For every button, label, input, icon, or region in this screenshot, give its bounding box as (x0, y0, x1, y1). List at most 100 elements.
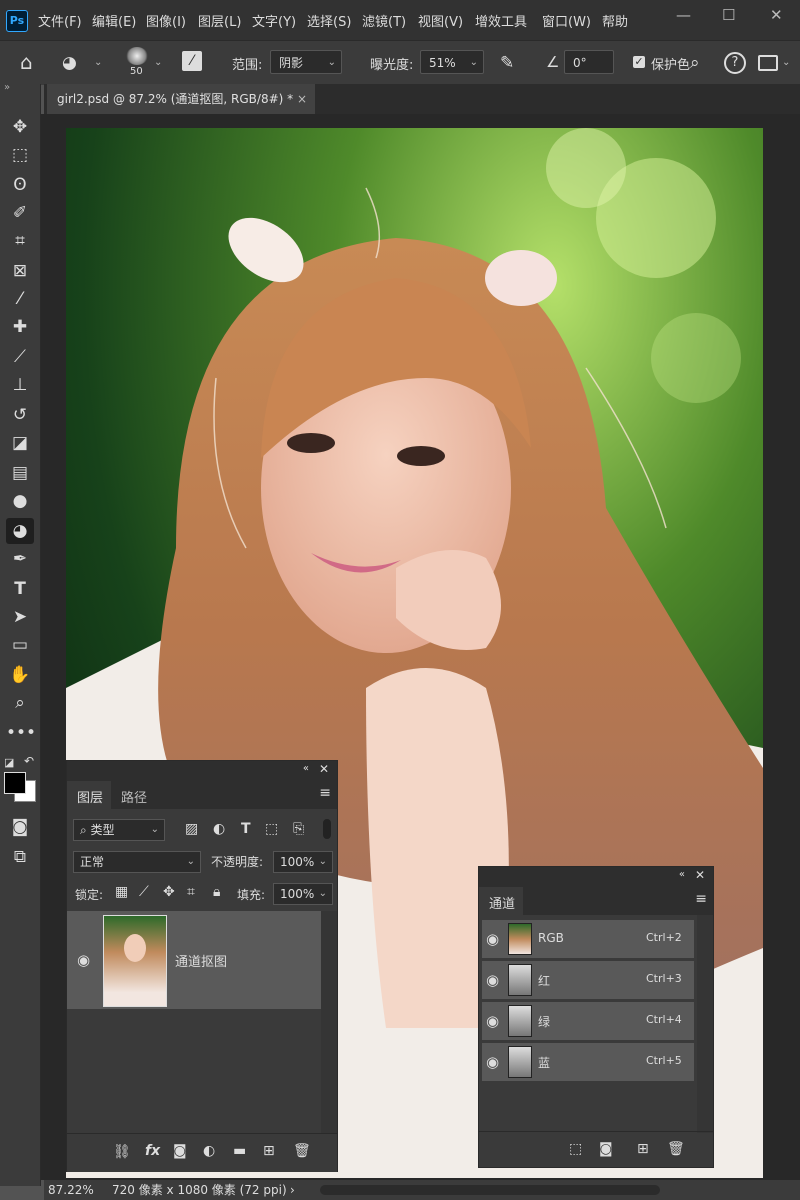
layer-row[interactable]: ◉ 通道抠图 (67, 911, 321, 1009)
zoom-level[interactable]: 87.22% (48, 1180, 94, 1200)
channel-row-green[interactable]: ◉ 绿 Ctrl+4 (482, 1002, 694, 1040)
lock-artboard-icon[interactable]: ⌗ (187, 884, 195, 900)
channel-row-red[interactable]: ◉ 红 Ctrl+3 (482, 961, 694, 999)
history-brush-icon[interactable]: ↺ (6, 402, 34, 428)
swap-colors-icon[interactable]: ↶ (24, 754, 34, 768)
home-icon[interactable]: ⌂ (20, 50, 33, 74)
angle-input[interactable]: 0° (564, 50, 614, 74)
channels-scrollbar[interactable] (697, 915, 713, 1133)
clone-stamp-icon[interactable]: ⊥ (6, 372, 34, 398)
collapse-toolbar-icon[interactable]: » (4, 82, 10, 93)
status-menu-arrow[interactable]: › (290, 1180, 295, 1200)
eye-icon[interactable]: ◉ (486, 1012, 499, 1030)
brush-settings-icon[interactable]: ⁄ (182, 51, 202, 71)
collapse-panel-icon[interactable]: « (303, 763, 309, 774)
marquee-tool-icon[interactable]: ⬚ (6, 142, 34, 168)
panel-menu-icon[interactable]: ≡ (319, 785, 331, 801)
menu-plugins[interactable]: 增效工具 (475, 11, 527, 30)
channel-row-blue[interactable]: ◉ 蓝 Ctrl+5 (482, 1043, 694, 1081)
crop-tool-icon[interactable]: ⌗ (6, 228, 34, 254)
workspace-icon[interactable] (758, 55, 778, 71)
quick-selection-icon[interactable]: ✐ (6, 200, 34, 226)
lock-transparent-icon[interactable]: ▦ (115, 884, 128, 900)
airbrush-icon[interactable]: ✎ (500, 53, 514, 73)
menu-layer[interactable]: 图层(L) (198, 11, 241, 30)
tab-paths[interactable]: 路径 (121, 787, 147, 806)
filter-adjustment-icon[interactable]: ◐ (213, 821, 225, 837)
eye-icon[interactable]: ◉ (486, 1053, 499, 1071)
new-layer-icon[interactable]: ⊞ (263, 1143, 275, 1159)
lock-position-icon[interactable]: ✥ (163, 884, 175, 900)
healing-brush-icon[interactable]: ✚ (6, 314, 34, 340)
range-select[interactable]: 阴影 ⌄ (270, 50, 342, 74)
link-icon[interactable]: ⛓ (113, 1144, 131, 1160)
hand-tool-icon[interactable]: ✋ (6, 662, 34, 688)
screen-mode-icon[interactable]: ⧉ (6, 844, 34, 870)
quick-mask-icon[interactable]: ◙ (6, 814, 34, 840)
more-tools-icon[interactable]: ••• (6, 720, 36, 746)
brush-tool-icon[interactable]: ⟋ (6, 344, 34, 370)
eye-icon[interactable]: ◉ (486, 930, 499, 948)
rectangle-tool-icon[interactable]: ▭ (6, 632, 34, 658)
menu-filter[interactable]: 滤镜(T) (362, 11, 406, 30)
menu-select[interactable]: 选择(S) (307, 11, 351, 30)
layer-name[interactable]: 通道抠图 (175, 951, 227, 970)
foreground-color-swatch[interactable] (4, 772, 26, 794)
chevron-down-icon[interactable]: ⌄ (94, 57, 102, 68)
eye-icon[interactable]: ◉ (77, 951, 90, 969)
dodge-tool-preset-icon[interactable]: ◕ (62, 53, 77, 73)
eye-icon[interactable]: ◉ (486, 971, 499, 989)
save-selection-icon[interactable]: ◙ (599, 1141, 613, 1157)
eyedropper-icon[interactable]: ⁄ (6, 286, 34, 312)
channel-row-rgb[interactable]: ◉ RGB Ctrl+2 (482, 920, 694, 958)
maximize-button[interactable]: ☐ (722, 6, 735, 24)
close-window-button[interactable]: ✕ (770, 6, 783, 24)
menu-file[interactable]: 文件(F) (38, 11, 82, 30)
zoom-tool-icon[interactable]: ⌕ (6, 690, 34, 716)
lock-all-icon[interactable]: 🔒︎ (213, 884, 220, 900)
filter-pixel-icon[interactable]: ▨ (185, 821, 198, 837)
opacity-input[interactable]: 100% ⌄ (273, 851, 333, 873)
blur-tool-icon[interactable]: ● (6, 488, 34, 514)
help-icon[interactable]: ? (724, 52, 746, 74)
eraser-icon[interactable]: ◪ (6, 430, 34, 456)
move-tool-icon[interactable]: ✥ (6, 114, 34, 140)
mask-icon[interactable]: ◙ (173, 1143, 187, 1159)
search-icon[interactable]: ⌕ (690, 53, 700, 73)
load-selection-icon[interactable]: ⬚ (569, 1141, 582, 1157)
menu-image[interactable]: 图像(I) (146, 11, 186, 30)
tab-layers[interactable]: 图层 (77, 787, 103, 806)
folder-icon[interactable]: ▬ (233, 1143, 246, 1159)
gradient-icon[interactable]: ▤ (6, 460, 34, 486)
menu-edit[interactable]: 编辑(E) (92, 11, 136, 30)
lasso-tool-icon[interactable]: ʘ (6, 172, 34, 198)
default-colors-icon[interactable]: ◪ (4, 756, 14, 769)
menu-type[interactable]: 文字(Y) (252, 11, 296, 30)
menu-view[interactable]: 视图(V) (418, 11, 463, 30)
new-channel-icon[interactable]: ⊞ (637, 1141, 649, 1157)
fill-input[interactable]: 100% ⌄ (273, 883, 333, 905)
layer-filter-select[interactable]: ⌕ 类型 ⌄ (73, 819, 165, 841)
close-tab-icon[interactable]: × (297, 84, 307, 114)
blend-mode-select[interactable]: 正常 ⌄ (73, 851, 201, 873)
type-tool-icon[interactable]: T (6, 576, 34, 602)
panel-menu-icon[interactable]: ≡ (695, 891, 707, 907)
path-selection-icon[interactable]: ➤ (6, 604, 34, 630)
menu-window[interactable]: 窗口(W) (542, 11, 591, 30)
trash-icon[interactable]: 🗑︎ (293, 1143, 311, 1159)
pen-tool-icon[interactable]: ✒ (6, 546, 34, 572)
minimize-button[interactable]: — (676, 6, 691, 24)
filter-toggle[interactable] (323, 819, 331, 839)
layers-scrollbar[interactable] (321, 911, 337, 1133)
protect-checkbox[interactable]: ✓ (633, 56, 645, 68)
trash-icon[interactable]: 🗑︎ (667, 1141, 685, 1157)
collapse-panel-icon[interactable]: « (679, 869, 685, 880)
frame-tool-icon[interactable]: ⊠ (6, 258, 34, 284)
fx-icon[interactable]: fx (145, 1143, 160, 1159)
adjustment-icon[interactable]: ◐ (203, 1143, 215, 1159)
close-panel-icon[interactable]: ✕ (319, 762, 329, 776)
menu-help[interactable]: 帮助 (602, 11, 628, 30)
filter-smart-object-icon[interactable]: ⎘ (293, 821, 304, 837)
document-tab[interactable]: girl2.psd @ 87.2% (通道抠图, RGB/8#) * × (47, 84, 315, 114)
chevron-down-icon[interactable]: ⌄ (154, 57, 162, 68)
